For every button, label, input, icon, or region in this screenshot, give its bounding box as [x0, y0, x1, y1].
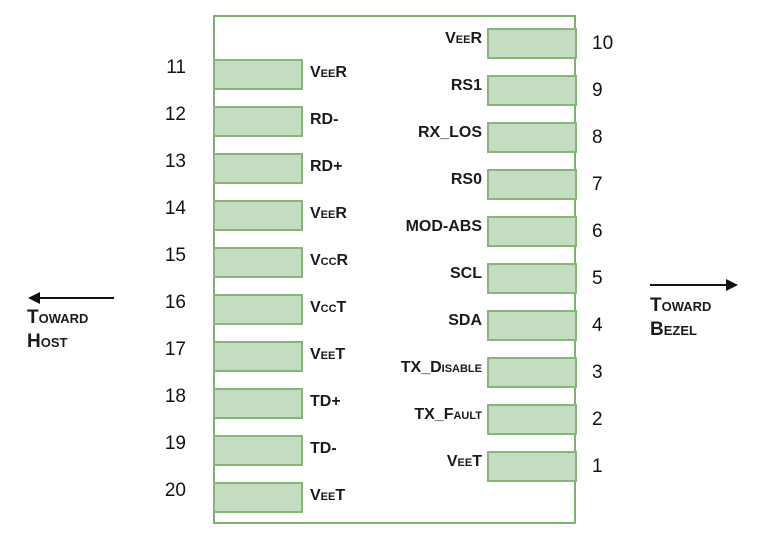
pin-number: 5 [592, 268, 603, 289]
pin-pad-3 [487, 357, 577, 388]
pin-pad-20 [213, 482, 303, 513]
pin-label: VeeT [446, 453, 482, 470]
pin-pad-19 [213, 435, 303, 466]
pin-label: VccT [310, 299, 347, 316]
pin-pad-2 [487, 404, 577, 435]
toward-host-line1: Toward [27, 307, 89, 328]
pin-number: 16 [164, 292, 186, 313]
arrow-right-icon [650, 279, 738, 291]
pin-pad-4 [487, 310, 577, 341]
pin-number: 18 [164, 386, 186, 407]
pin-label: VeeR [310, 205, 347, 222]
pin-label: MOD-ABS [405, 218, 482, 235]
pin-number: 7 [592, 174, 603, 195]
pin-pad-5 [487, 263, 577, 294]
pin-pad-10 [487, 28, 577, 59]
pin-number: 4 [592, 315, 603, 336]
pin-pad-7 [487, 169, 577, 200]
connector-pinout-diagram: 11 VeeR 12 RD- 13 RD+ 14 VeeR 15 VccR 16 VccT 17 VeeT… [0, 0, 771, 541]
pin-pad-1 [487, 451, 577, 482]
pin-label: VccR [310, 252, 349, 269]
pin-pad-13 [213, 153, 303, 184]
pin-number: 1 [592, 456, 603, 477]
pin-number: 20 [164, 480, 186, 501]
pin-number: 2 [592, 409, 603, 430]
pin-label: TD- [310, 440, 337, 457]
pin-label: VeeT [310, 487, 346, 504]
pin-number: 19 [164, 433, 186, 454]
pin-label: SCL [450, 265, 482, 282]
pin-label: VeeR [310, 64, 347, 81]
pin-pad-8 [487, 122, 577, 153]
pin-number: 12 [164, 104, 186, 125]
pin-label: RS1 [450, 77, 482, 94]
pin-label: RD- [310, 111, 339, 128]
pin-pad-6 [487, 216, 577, 247]
toward-host-line2: Host [27, 331, 68, 352]
toward-bezel-label: Toward Bezel [650, 294, 711, 342]
pin-number: 15 [164, 245, 186, 266]
toward-bezel-line1: Toward [650, 295, 712, 316]
pin-pad-11 [213, 59, 303, 90]
pin-number: 10 [592, 33, 614, 54]
pin-pad-17 [213, 341, 303, 372]
pin-label: VeeT [310, 346, 346, 363]
pin-label: RS0 [450, 171, 482, 188]
pin-pad-16 [213, 294, 303, 325]
pin-number: 3 [592, 362, 603, 383]
pin-label: TD+ [310, 393, 341, 410]
arrow-left-icon [28, 292, 114, 304]
pin-pad-12 [213, 106, 303, 137]
pin-label: VeeR [445, 30, 482, 47]
pin-pad-15 [213, 247, 303, 278]
pin-label: RD+ [310, 158, 343, 175]
pin-pad-18 [213, 388, 303, 419]
pin-label: TX_Fault [414, 406, 482, 423]
pin-number: 14 [164, 198, 186, 219]
pin-label: SDA [448, 312, 482, 329]
toward-host-label: Toward Host [27, 306, 88, 354]
pin-pad-14 [213, 200, 303, 231]
pin-label: RX_LOS [417, 124, 482, 141]
pin-number: 6 [592, 221, 603, 242]
pin-number: 11 [166, 57, 186, 78]
pin-label: TX_Disable [400, 359, 482, 376]
pin-number: 9 [592, 80, 603, 101]
pin-number: 17 [164, 339, 186, 360]
pin-pad-9 [487, 75, 577, 106]
pin-number: 13 [164, 151, 186, 172]
toward-bezel-line2: Bezel [650, 319, 697, 340]
pin-number: 8 [592, 127, 603, 148]
